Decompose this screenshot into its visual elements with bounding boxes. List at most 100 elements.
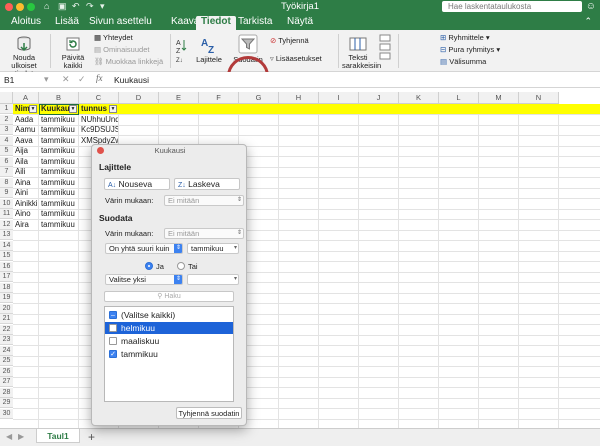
row-header-28[interactable]: 28 [0,387,13,398]
cell[interactable]: Aamu [13,125,38,135]
column-header-b[interactable]: B [39,92,79,104]
column-header-e[interactable]: E [159,92,199,104]
cell[interactable]: tammikuu [39,167,78,177]
list-item-helmikuu[interactable]: helmikuu [105,322,233,334]
row-header-5[interactable]: 5 [0,146,13,156]
cell[interactable]: NUhhuUnq [79,115,118,125]
formula-input[interactable]: Kuukausi [114,75,149,85]
row-header-8[interactable]: 8 [0,177,13,188]
connections-button[interactable]: ▦ Yhteydet [94,33,133,42]
helmikuu-checkbox[interactable] [109,324,117,332]
row-header-27[interactable]: 27 [0,377,13,387]
value2-combobox[interactable]: ▾ [187,274,239,285]
advanced-filter-button[interactable]: ▿ Lisäasetukset [270,54,322,63]
cell[interactable]: tammikuu [39,209,78,219]
filter-values-list[interactable]: – (Valitse kaikki) helmikuu maaliskuu ✓ … [104,306,234,402]
row-header-23[interactable]: 23 [0,335,13,345]
row-header-13[interactable]: 13 [0,230,13,240]
cell[interactable]: tammikuu [39,125,78,135]
condition2-select[interactable]: Valitse yksi ⇕ [105,274,183,285]
confirm-entry-icon[interactable]: ✓ [78,74,86,85]
cell[interactable]: Aava [13,136,38,146]
value1-combobox[interactable]: tammikuu ▾ [187,243,239,254]
row-header-1[interactable]: 1 [0,104,13,114]
cell[interactable]: tammikuu [39,136,78,146]
list-item-select-all[interactable]: – (Valitse kaikki) [105,309,233,321]
select-all-corner[interactable] [0,92,13,104]
collapse-ribbon-icon[interactable]: ⌃ [584,16,592,27]
cell[interactable]: Aini [13,188,38,198]
column-header-f[interactable]: F [199,92,239,104]
filter-dropdown-icon[interactable]: ▼ [109,105,117,113]
cell[interactable]: tammikuu [39,220,78,230]
next-sheet-icon[interactable]: ▶ [18,432,24,441]
row-header-6[interactable]: 6 [0,156,13,167]
column-header-g[interactable]: G [239,92,279,104]
ungroup-button[interactable]: ⊟ Pura ryhmitys ▾ [440,45,500,54]
filter-by-color-select[interactable]: Ei mitään ⇕ [164,228,244,239]
column-header-c[interactable]: C [79,92,119,104]
sort-button[interactable]: AZ Lajittele [192,36,226,64]
cell[interactable]: Aira [13,220,38,230]
tab-nayta[interactable]: Näytä [282,16,318,30]
column-header-k[interactable]: K [399,92,439,104]
properties-button[interactable]: ▤ Ominaisuudet [94,45,149,54]
row-header-30[interactable]: 30 [0,408,13,419]
column-header-d[interactable]: D [119,92,159,104]
tab-sivun-asettelu[interactable]: Sivun asettelu [84,16,157,30]
row-header-2[interactable]: 2 [0,114,13,125]
column-header-n[interactable]: N [519,92,559,104]
tab-tiedot[interactable]: Tiedot [196,16,236,30]
prev-sheet-icon[interactable]: ◀ [6,432,12,441]
row-header-24[interactable]: 24 [0,345,13,356]
row-header-20[interactable]: 20 [0,303,13,314]
and-radio[interactable] [145,262,153,270]
add-sheet-button[interactable]: + [88,430,95,444]
row-header-10[interactable]: 10 [0,198,13,209]
row-header-9[interactable]: 9 [0,188,13,198]
row-header-12[interactable]: 12 [0,219,13,230]
clear-filter-popup-button[interactable]: Tyhjennä suodatin [176,407,242,419]
sort-descending-button[interactable]: Z↓ Laskeva [174,178,240,190]
cell[interactable]: Aija [13,146,38,156]
row-header-26[interactable]: 26 [0,366,13,377]
row-header-21[interactable]: 21 [0,314,13,324]
filter-search-input[interactable]: ⚲ Haku [104,291,234,302]
tab-aloitus[interactable]: Aloitus [6,16,46,30]
row-header-19[interactable]: 19 [0,293,13,303]
row-header-17[interactable]: 17 [0,272,13,282]
text-to-columns-button[interactable]: Teksti sarakkeisiin [342,36,381,70]
row-header-22[interactable]: 22 [0,324,13,335]
cell[interactable]: Aili [13,167,38,177]
list-item-tammikuu[interactable]: ✓ tammikuu [105,348,233,360]
cell[interactable]: Ainikki [13,199,38,209]
sort-by-color-select[interactable]: Ei mitään ⇕ [164,195,244,206]
column-header-j[interactable]: J [359,92,399,104]
function-icon[interactable]: fx [96,73,103,83]
clear-filter-button[interactable]: ⊘ Tyhjennä [270,36,309,45]
filter-dropdown-icon[interactable]: ▼ [69,105,77,113]
maaliskuu-checkbox[interactable] [109,337,117,345]
cell[interactable]: Aila [13,157,38,167]
select-all-checkbox[interactable]: – [109,311,117,319]
cell[interactable]: Aada [13,115,38,125]
refresh-all-button[interactable]: Päivitä kaikki [58,36,88,70]
row-header-16[interactable]: 16 [0,261,13,272]
name-box[interactable]: B1 [2,74,42,86]
cell[interactable]: Aina [13,178,38,188]
column-header-m[interactable]: M [479,92,519,104]
name-box-dropdown-icon[interactable]: ▾ [44,74,49,85]
sheet-search-input[interactable]: Hae laskentataulukosta [442,1,582,12]
tab-tarkista[interactable]: Tarkista [233,16,277,30]
condition1-select[interactable]: On yhtä suuri kuin ⇕ [105,243,183,254]
cell[interactable]: tammikuu [39,178,78,188]
row-header-7[interactable]: 7 [0,167,13,177]
column-header-h[interactable]: H [279,92,319,104]
cell[interactable]: Kc9DSUJS [79,125,118,135]
cell[interactable]: tammikuu [39,188,78,198]
row-header-25[interactable]: 25 [0,356,13,366]
sheet-tab-taul1[interactable]: Taul1 [36,429,80,443]
cancel-entry-icon[interactable]: ✕ [62,74,70,85]
edit-links-button[interactable]: ⛓ Muokkaa linkkejä [94,57,163,66]
or-radio[interactable] [177,262,185,270]
